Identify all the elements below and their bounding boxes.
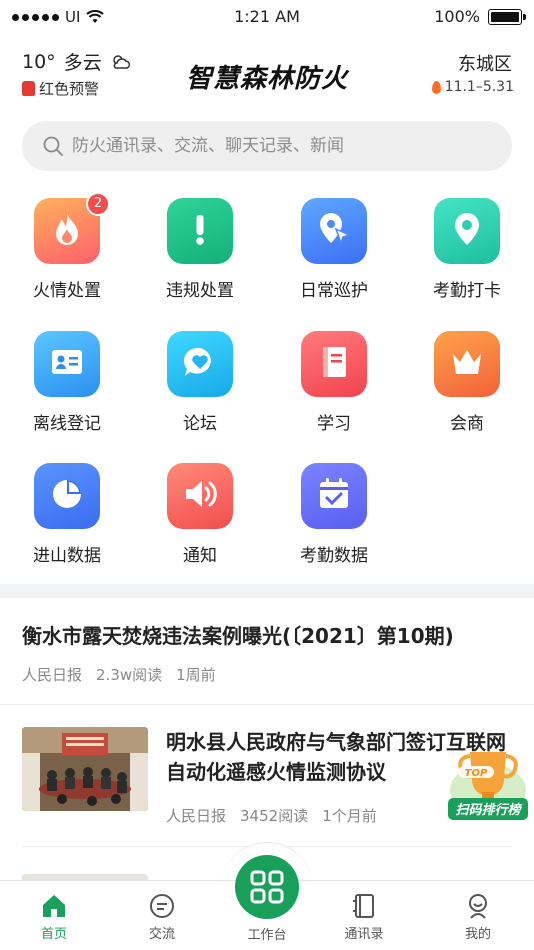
news-reads: 3452阅读 (240, 807, 309, 825)
grid-item-speaker[interactable]: 通知 (133, 463, 267, 566)
grid-tile (434, 331, 500, 397)
scan-ranking-label: 扫码排行榜 (455, 802, 522, 818)
grid-tile (167, 331, 233, 397)
id-card-icon (47, 342, 87, 386)
grid-item-label: 日常巡护 (300, 281, 368, 301)
map-pin-icon (447, 209, 487, 253)
chat-icon (150, 894, 174, 918)
top-text: TOP (465, 768, 488, 779)
contacts-book-icon (353, 894, 374, 918)
fire-season: 11.1–5.31 (431, 79, 514, 95)
tab-workbench-label: 工作台 (247, 928, 287, 943)
fire-season-range: 11.1–5.31 (444, 79, 514, 95)
search-input[interactable] (72, 136, 492, 156)
district-selector[interactable]: 东城区 (458, 50, 512, 76)
grid-tile (301, 198, 367, 264)
grid-item-crown[interactable]: 会商 (400, 331, 534, 434)
grid-tile (301, 463, 367, 529)
grid-tile (301, 331, 367, 397)
news-source: 人民日报 (22, 666, 83, 684)
grid-icon (250, 870, 284, 904)
news-reads: 2.3w阅读 (96, 666, 163, 684)
grid-item-calendar-check[interactable]: 考勤数据 (267, 463, 401, 566)
grid-item-book[interactable]: 学习 (267, 331, 401, 434)
section-divider (0, 584, 534, 598)
grid-item-pie-chart[interactable]: 进山数据 (0, 463, 134, 566)
grid-item-label: 通知 (183, 546, 217, 566)
grid-item-label: 考勤打卡 (433, 281, 501, 301)
grid-item-label: 进山数据 (33, 546, 101, 566)
grid-item-chat-heart[interactable]: 论坛 (133, 331, 267, 434)
grid-tile (34, 331, 100, 397)
grid-item-label: 学习 (317, 414, 351, 434)
grid-item-id-card[interactable]: 离线登记 (0, 331, 134, 434)
grid-item-label: 论坛 (183, 414, 217, 434)
notification-badge: 2 (86, 192, 110, 216)
home-icon (43, 895, 65, 917)
grid-item-exclamation[interactable]: 违规处置 (133, 198, 267, 301)
workbench-button[interactable] (235, 855, 299, 919)
battery-percent: 100% (434, 7, 480, 26)
grid-tile (34, 463, 100, 529)
news-title: 衡水市露天焚烧违法案例曝光(〔2021〕第10期) (22, 624, 454, 648)
header: 10° 多云 红色预警 智慧森林防火 东城区 11.1–5.31 (0, 44, 534, 104)
flame-icon (431, 80, 441, 94)
trophy-icon: TOP 扫码排行榜 (448, 752, 528, 820)
scan-ranking-button[interactable]: TOP 扫码排行榜 (446, 742, 530, 824)
chat-heart-icon (180, 342, 220, 386)
tab-contacts[interactable]: 通讯录 (329, 891, 399, 942)
tab-chat-label: 交流 (148, 927, 175, 942)
search-bar[interactable] (22, 121, 512, 171)
grid-item-label: 会商 (450, 414, 484, 434)
news-meta: 人民日报 2.3w阅读 1周前 (22, 664, 216, 685)
location-arrow-icon (314, 209, 354, 253)
news-time: 1个月前 (322, 807, 377, 825)
news-time: 1周前 (176, 666, 216, 684)
tab-mine-label: 我的 (464, 927, 491, 942)
book-icon (314, 342, 354, 386)
grid-tile (167, 463, 233, 529)
grid-tile (434, 198, 500, 264)
pie-chart-icon (47, 474, 87, 518)
crown-icon (447, 342, 487, 386)
fire-icon (47, 209, 87, 253)
tab-mine[interactable]: 我的 (443, 891, 513, 942)
battery-icon (488, 8, 526, 25)
grid-item-map-pin[interactable]: 考勤打卡 (400, 198, 534, 301)
tab-chat[interactable]: 交流 (127, 891, 197, 942)
grid-item-label: 离线登记 (33, 414, 101, 434)
status-bar: UI 1:21 AM 100% (0, 0, 534, 34)
tab-contacts-label: 通讯录 (344, 927, 384, 942)
grid-item-label: 火情处置 (33, 281, 101, 301)
grid-item-location-arrow[interactable]: 日常巡护 (267, 198, 401, 301)
user-icon (469, 894, 487, 919)
calendar-check-icon (314, 474, 354, 518)
exclamation-icon (180, 209, 220, 253)
grid-item-label: 违规处置 (166, 281, 234, 301)
grid-tile (167, 198, 233, 264)
speaker-icon (180, 474, 220, 518)
tab-home[interactable]: 首页 (19, 891, 89, 942)
news-meta: 人民日报 3452阅读 1个月前 (166, 805, 377, 826)
grid-tile: 2 (34, 192, 110, 264)
grid-item-label: 考勤数据 (300, 546, 368, 566)
tab-home-label: 首页 (40, 927, 67, 942)
news-source: 人民日报 (166, 807, 227, 825)
news-item[interactable]: 衡水市露天焚烧违法案例曝光(〔2021〕第10期) 人民日报 2.3w阅读 1周… (0, 598, 534, 702)
grid-item-fire[interactable]: 2 火情处置 (0, 192, 134, 301)
search-icon (43, 136, 63, 156)
news-thumbnail (22, 727, 148, 811)
